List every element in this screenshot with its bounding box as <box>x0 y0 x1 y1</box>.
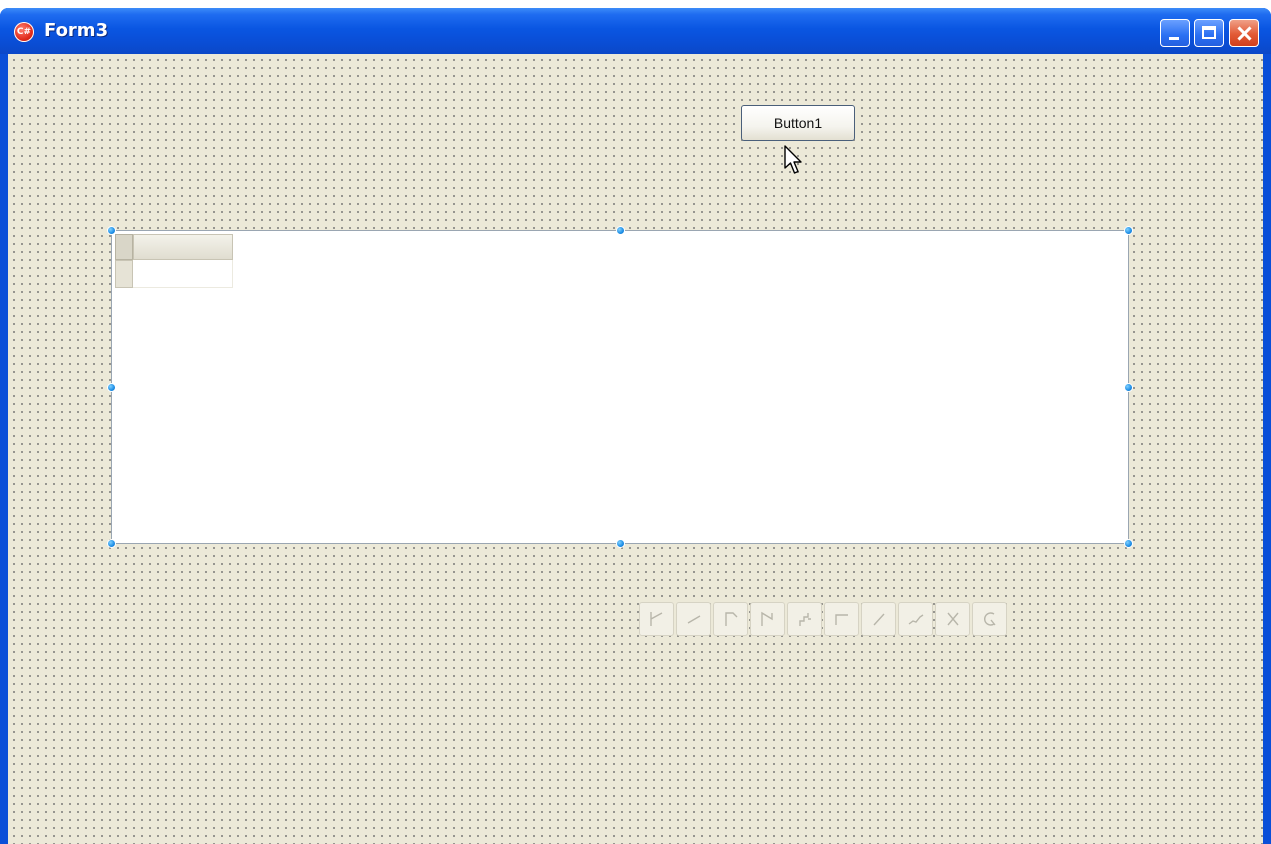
title-bar[interactable]: C# Form3 <box>0 8 1271 54</box>
horizontal-line-icon[interactable] <box>824 602 859 636</box>
line-segment-icon[interactable] <box>676 602 711 636</box>
close-button[interactable] <box>1229 19 1259 47</box>
form-design-surface[interactable]: Button1 <box>8 54 1263 844</box>
resize-handle-top-left[interactable] <box>107 226 116 235</box>
line-tool-strip <box>639 602 1015 638</box>
resize-handle-right[interactable] <box>1124 383 1133 392</box>
form-window: C# Form3 Button1 <box>0 8 1271 844</box>
resize-handle-bottom-right[interactable] <box>1124 539 1133 548</box>
resize-handle-left[interactable] <box>107 383 116 392</box>
grid-cell[interactable] <box>133 260 233 288</box>
resize-handle-top[interactable] <box>616 226 625 235</box>
diagonal-line-icon[interactable] <box>861 602 896 636</box>
window-title: Form3 <box>44 20 109 41</box>
button1[interactable]: Button1 <box>741 105 855 141</box>
grid-corner-header[interactable] <box>115 234 133 260</box>
resize-handle-bottom-left[interactable] <box>107 539 116 548</box>
data-grid-view[interactable] <box>107 226 1133 548</box>
corner-line-icon[interactable] <box>713 602 748 636</box>
maximize-button[interactable] <box>1194 19 1224 47</box>
csharp-app-icon: C# <box>14 22 34 42</box>
minimize-button[interactable] <box>1160 19 1190 47</box>
curve-line-icon[interactable] <box>898 602 933 636</box>
step-line-icon[interactable] <box>787 602 822 636</box>
resize-handle-bottom[interactable] <box>616 539 625 548</box>
line-start-icon[interactable] <box>639 602 674 636</box>
polyline-icon[interactable] <box>750 602 785 636</box>
grid-row-header[interactable] <box>115 260 133 288</box>
resize-handle-top-right[interactable] <box>1124 226 1133 235</box>
cross-line-icon[interactable] <box>935 602 970 636</box>
mouse-cursor-icon <box>784 145 802 174</box>
grid-column-header[interactable] <box>133 234 233 260</box>
arc-icon[interactable] <box>972 602 1007 636</box>
